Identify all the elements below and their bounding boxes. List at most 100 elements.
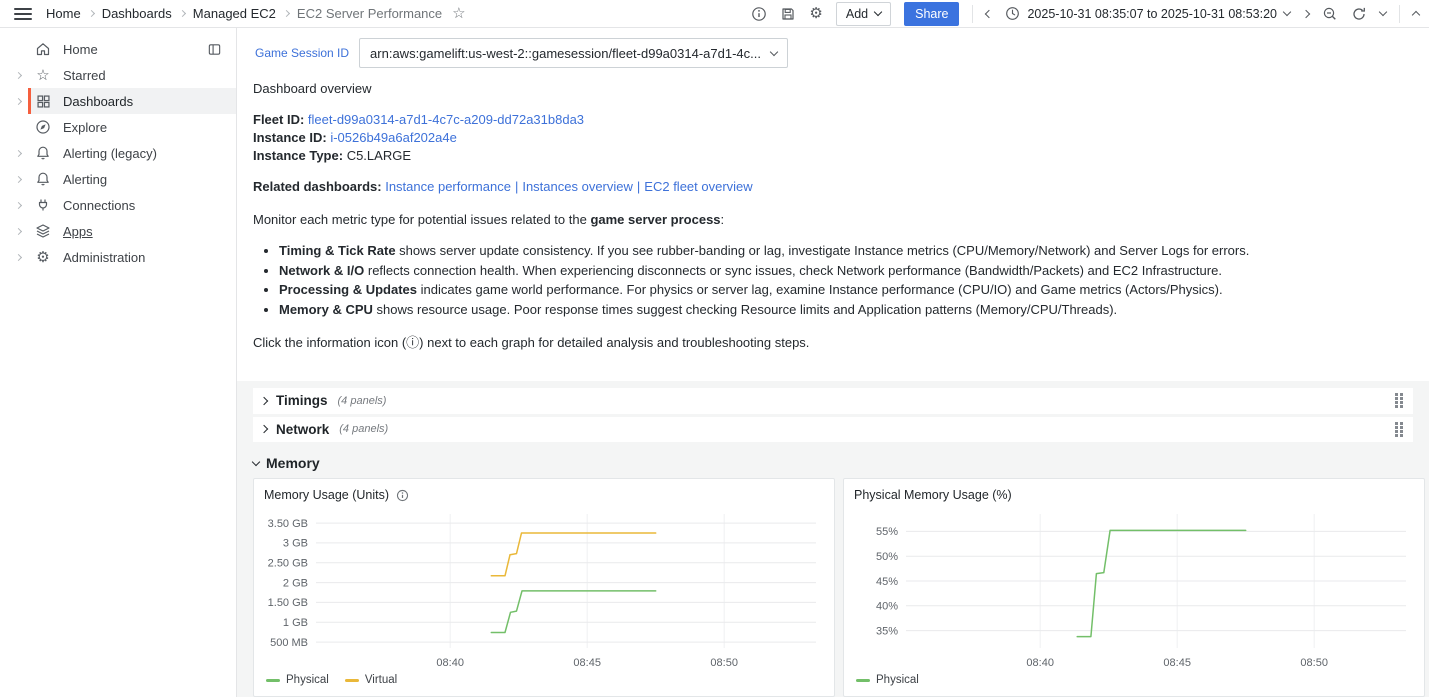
memory-usage-chart[interactable]: 3.50 GB3 GB2.50 GB2 GB1.50 GB1 GB500 MB0… xyxy=(258,504,830,672)
legend-item[interactable]: Virtual xyxy=(345,674,397,686)
svg-text:3.50 GB: 3.50 GB xyxy=(268,518,308,530)
chevron-right-icon xyxy=(261,398,267,404)
legend-label: Physical xyxy=(876,674,919,686)
legend-label: Physical xyxy=(286,674,329,686)
panel-count-badge: (4 panels) xyxy=(339,423,388,435)
refresh-interval-dropdown[interactable] xyxy=(1380,12,1386,15)
row-timings[interactable]: Timings (4 panels) xyxy=(253,388,1413,414)
star-icon: ☆ xyxy=(35,68,51,83)
chevron-right-icon[interactable] xyxy=(8,151,28,156)
legend-item[interactable]: Physical xyxy=(856,674,919,686)
instance-id-link[interactable]: i-0526b49a6af202a4e xyxy=(330,130,457,145)
panel-title[interactable]: Memory Usage (Units) xyxy=(264,488,389,502)
add-button[interactable]: Add xyxy=(836,2,891,26)
related-dashboards-label: Related dashboards: xyxy=(253,179,382,194)
dashboard-info-icon[interactable] xyxy=(751,6,767,22)
breadcrumb: Home Dashboards Managed EC2 EC2 Server P… xyxy=(46,6,442,21)
chevron-down-icon xyxy=(770,47,778,55)
metric-bullet-list: Timing & Tick Rate shows server update c… xyxy=(253,242,1413,319)
svg-text:08:50: 08:50 xyxy=(710,657,738,669)
legend-color-dash xyxy=(856,679,870,682)
chevron-right-icon[interactable] xyxy=(8,229,28,234)
panel-title[interactable]: Physical Memory Usage (%) xyxy=(854,488,1012,502)
plug-icon xyxy=(35,197,51,213)
instance-id-label: Instance ID: xyxy=(253,130,327,145)
zoom-out-time-icon[interactable] xyxy=(1322,6,1338,22)
collapse-sidebar-icon[interactable] xyxy=(207,42,222,57)
breadcrumb-home[interactable]: Home xyxy=(46,6,81,21)
dashboard-settings-icon[interactable]: ⚙ xyxy=(809,6,822,21)
refresh-icon[interactable] xyxy=(1351,6,1367,22)
panel-count-badge: (4 panels) xyxy=(338,395,387,407)
overview-text-panel: Dashboard overview Fleet ID: fleet-d99a0… xyxy=(253,80,1413,352)
time-range-text: 2025-10-31 08:35:07 to 2025-10-31 08:53:… xyxy=(1027,7,1277,21)
chevron-right-icon[interactable] xyxy=(8,255,28,260)
chart-legend: Physical xyxy=(844,672,1424,696)
compass-icon xyxy=(35,119,51,135)
bullet-processing-updates: Processing & Updates indicates game worl… xyxy=(279,281,1413,300)
variable-label[interactable]: Game Session ID xyxy=(253,46,359,60)
physical-memory-chart[interactable]: 55%50%45%40%35%08:4008:4508:50 xyxy=(848,504,1420,672)
svg-text:08:50: 08:50 xyxy=(1300,657,1328,669)
dashboard-header-zone: Game Session ID arn:aws:gamelift:us-west… xyxy=(237,28,1429,381)
pipe-separator: | xyxy=(637,179,640,194)
related-link-ec2-fleet-overview[interactable]: EC2 fleet overview xyxy=(644,179,752,194)
game-session-id-select[interactable]: arn:aws:gamelift:us-west-2::gamesession/… xyxy=(359,38,788,68)
sidebar-item-apps[interactable]: Apps xyxy=(0,218,236,244)
collapse-topbar-icon[interactable] xyxy=(1413,9,1419,18)
monitor-paragraph: Monitor each metric type for potential i… xyxy=(253,211,1413,229)
fleet-id-label: Fleet ID: xyxy=(253,112,304,127)
save-dashboard-icon[interactable] xyxy=(780,6,796,22)
row-network[interactable]: Network (4 panels) xyxy=(253,417,1413,443)
sidebar-item-starred[interactable]: ☆ Starred xyxy=(0,62,236,88)
share-button[interactable]: Share xyxy=(904,2,959,26)
svg-text:500 MB: 500 MB xyxy=(270,637,308,649)
svg-text:1.50 GB: 1.50 GB xyxy=(268,597,308,609)
row-memory[interactable]: Memory xyxy=(253,455,1413,471)
divider xyxy=(1399,5,1400,23)
chart-legend: Physical Virtual xyxy=(254,672,834,696)
breadcrumb-dashboards[interactable]: Dashboards xyxy=(102,6,172,21)
breadcrumb-current-page: EC2 Server Performance xyxy=(297,6,442,21)
related-link-instance-performance[interactable]: Instance performance xyxy=(385,179,511,194)
svg-text:3 GB: 3 GB xyxy=(283,538,308,550)
chevron-right-icon[interactable] xyxy=(8,99,28,104)
chevron-right-icon[interactable] xyxy=(8,177,28,182)
row-drag-handle[interactable] xyxy=(1395,422,1403,437)
bullet-network-io: Network & I/O reflects connection health… xyxy=(279,262,1413,281)
time-shift-forward-icon[interactable] xyxy=(1303,11,1309,17)
time-shift-back-icon[interactable] xyxy=(986,11,992,17)
svg-text:08:40: 08:40 xyxy=(1026,657,1054,669)
panel-info-icon[interactable] xyxy=(396,489,409,502)
legend-item[interactable]: Physical xyxy=(266,674,329,686)
menu-toggle-icon[interactable] xyxy=(14,6,32,22)
variable-value: arn:aws:gamelift:us-west-2::gamesession/… xyxy=(370,46,761,61)
sidebar-item-alerting-legacy[interactable]: Alerting (legacy) xyxy=(0,140,236,166)
overview-title: Dashboard overview xyxy=(253,80,1413,98)
svg-text:55%: 55% xyxy=(876,526,898,538)
chevron-right-icon[interactable] xyxy=(8,203,28,208)
chevron-right-icon[interactable] xyxy=(8,73,28,78)
sidebar-item-connections[interactable]: Connections xyxy=(0,192,236,218)
top-bar: Home Dashboards Managed EC2 EC2 Server P… xyxy=(0,0,1429,28)
sidebar-item-explore[interactable]: Explore xyxy=(0,114,236,140)
bullet-timing-tick-rate: Timing & Tick Rate shows server update c… xyxy=(279,242,1413,261)
sidebar-item-home[interactable]: Home xyxy=(0,36,236,62)
bell-icon xyxy=(35,171,51,187)
row-drag-handle[interactable] xyxy=(1395,393,1403,408)
instance-type-value: C5.LARGE xyxy=(347,148,411,163)
related-link-instances-overview[interactable]: Instances overview xyxy=(522,179,633,194)
fleet-id-link[interactable]: fleet-d99a0314-a7d1-4c7c-a209-dd72a31b8d… xyxy=(308,112,584,127)
breadcrumb-managed-ec2[interactable]: Managed EC2 xyxy=(193,6,276,21)
favorite-star-icon[interactable]: ☆ xyxy=(452,6,465,21)
svg-text:08:45: 08:45 xyxy=(1163,657,1191,669)
legend-color-dash xyxy=(345,679,359,682)
sidebar-item-dashboards[interactable]: Dashboards xyxy=(0,88,236,114)
sidebar-item-administration[interactable]: ⚙ Administration xyxy=(0,244,236,270)
svg-text:35%: 35% xyxy=(876,625,898,637)
dashboard-content: Game Session ID arn:aws:gamelift:us-west… xyxy=(237,28,1429,697)
time-range-picker[interactable]: 2025-10-31 08:35:07 to 2025-10-31 08:53:… xyxy=(1005,6,1290,21)
chevron-right-icon xyxy=(261,426,267,432)
sidebar-item-alerting[interactable]: Alerting xyxy=(0,166,236,192)
divider xyxy=(972,5,973,23)
